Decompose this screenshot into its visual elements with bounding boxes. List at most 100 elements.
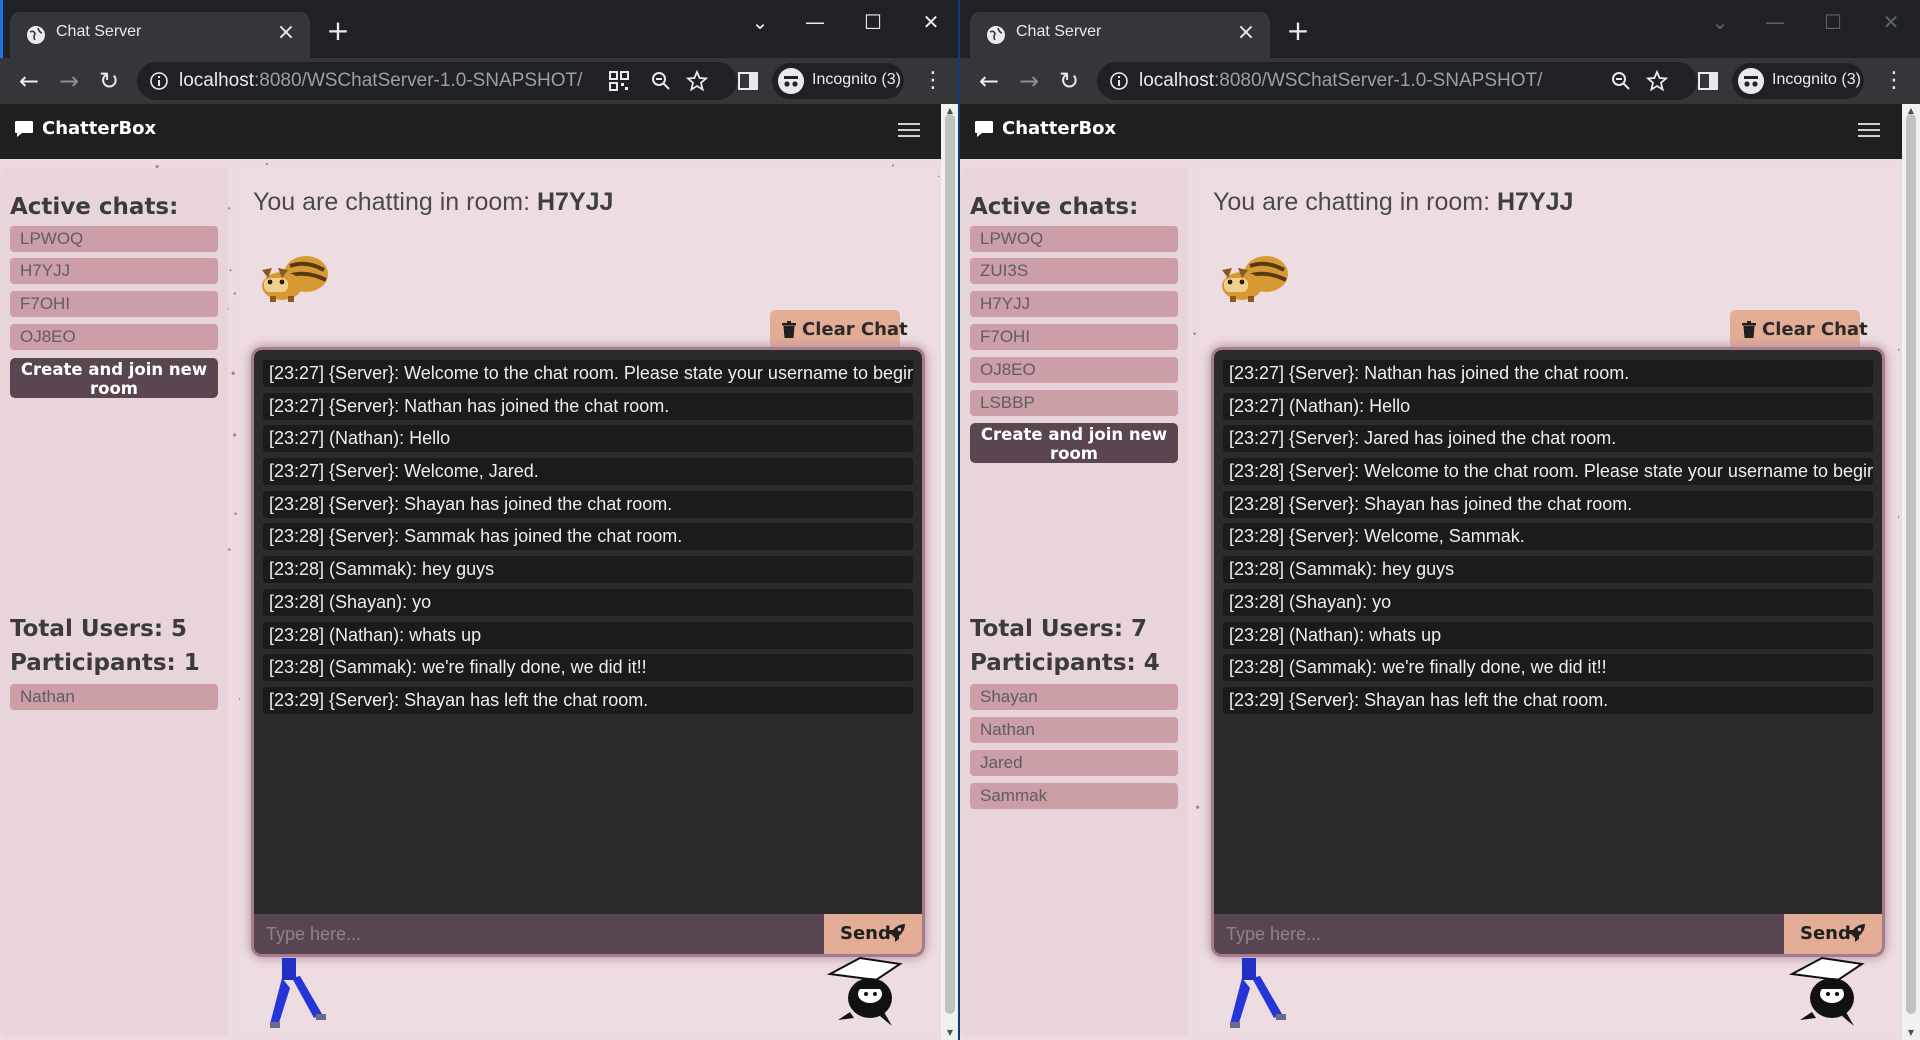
chat-page: ChatterBox Active chats: LPWOQ ZUI3S H7Y… (960, 104, 1920, 1040)
bookmark-star-icon[interactable] (685, 69, 709, 93)
rocket-icon (887, 924, 905, 942)
close-window-icon[interactable]: ✕ (911, 8, 951, 36)
address-bar[interactable]: localhost:8080/WSChatServer-1.0-SNAPSHOT… (1097, 62, 1697, 100)
chat-message: [23:28] {Server}: Sammak has joined the … (263, 523, 913, 551)
incognito-badge[interactable]: Incognito (3) (772, 63, 904, 99)
app-navbar: ChatterBox (960, 104, 1920, 159)
message-input[interactable] (1214, 914, 1784, 954)
tab-strip: Chat Server × + ⌄ — ☐ ✕ (0, 0, 959, 58)
url-text[interactable]: localhost:8080/WSChatServer-1.0-SNAPSHOT… (1139, 70, 1542, 92)
minimize-icon[interactable]: — (1755, 8, 1795, 36)
back-icon[interactable]: ← (14, 66, 44, 96)
message-input-row: Send (1214, 914, 1882, 954)
chat-message: [23:28] (Sammak): we're finally done, we… (263, 654, 913, 682)
site-info-icon[interactable] (149, 71, 169, 91)
message-list: [23:27] {Server}: Welcome to the chat ro… (263, 360, 913, 720)
room-chip[interactable]: LPWOQ (10, 226, 218, 252)
chat-message: [23:28] {Server}: Shayan has joined the … (263, 490, 913, 518)
new-tab-icon[interactable]: + (1282, 16, 1314, 48)
chat-message: [23:28] {Server}: Welcome to the chat ro… (1223, 458, 1873, 486)
tab-search-chevron-icon[interactable]: ⌄ (740, 8, 780, 36)
rocket-icon (1847, 924, 1865, 942)
clear-chat-button[interactable]: Clear Chat (770, 310, 908, 350)
chat-message: [23:28] (Sammak): we're finally done, we… (1223, 654, 1873, 682)
app-navbar: ChatterBox (0, 104, 959, 159)
globe-icon (987, 26, 1005, 44)
chat-message: [23:27] (Nathan): Hello (263, 425, 913, 453)
room-chip[interactable]: F7OHI (970, 324, 1178, 350)
side-panel-icon[interactable] (1696, 69, 1720, 93)
minimize-icon[interactable]: — (795, 8, 835, 36)
room-chip[interactable]: LPWOQ (970, 226, 1178, 252)
window-divider (958, 0, 960, 1040)
browser-tab[interactable]: Chat Server × (970, 12, 1270, 58)
back-icon[interactable]: ← (974, 66, 1004, 96)
incognito-icon (1738, 68, 1764, 94)
chat-message: [23:29] {Server}: Shayan has left the ch… (263, 686, 913, 714)
tab-title: Chat Server (1016, 23, 1102, 40)
chat-page: ChatterBox Active chats: LPWOQ H7YJJ F7O… (0, 104, 959, 1040)
send-button[interactable]: Send (824, 914, 922, 954)
incognito-badge[interactable]: Incognito (3) (1732, 63, 1864, 99)
new-tab-icon[interactable]: + (322, 16, 354, 48)
reload-icon[interactable]: ↻ (1054, 66, 1084, 96)
chat-message: [23:27] {Server}: Jared has joined the c… (1223, 425, 1873, 453)
trash-icon (1742, 321, 1756, 338)
reload-icon[interactable]: ↻ (94, 66, 124, 96)
trash-icon (782, 321, 796, 338)
participant-chip: Jared (970, 750, 1178, 776)
scroll-down-icon[interactable]: ▼ (1902, 1026, 1920, 1040)
browser-menu-icon[interactable]: ⋮ (1882, 66, 1906, 96)
room-chip[interactable]: ZUI3S (970, 258, 1178, 284)
zoom-out-icon[interactable] (1609, 69, 1633, 93)
forward-icon[interactable]: → (54, 66, 84, 96)
page-scrollbar[interactable]: ▲ ▼ (941, 104, 959, 1040)
scrollbar-thumb[interactable] (1906, 114, 1916, 1014)
room-chip[interactable]: H7YJJ (970, 291, 1178, 317)
zoom-out-icon[interactable] (649, 69, 673, 93)
hamburger-menu-icon[interactable] (898, 120, 920, 142)
qr-code-icon[interactable] (607, 69, 631, 93)
scrollbar-thumb[interactable] (945, 114, 955, 1014)
close-tab-icon[interactable]: × (274, 21, 298, 45)
site-info-icon[interactable] (1109, 71, 1129, 91)
clear-chat-button[interactable]: Clear Chat (1730, 310, 1868, 350)
browser-menu-icon[interactable]: ⋮ (921, 66, 945, 96)
room-chip[interactable]: F7OHI (10, 291, 218, 317)
maximize-icon[interactable]: ☐ (853, 8, 893, 36)
close-tab-icon[interactable]: × (1234, 21, 1258, 45)
room-title: You are chatting in room: H7YJJ (253, 188, 614, 216)
mascot-creature (1222, 256, 1288, 302)
browser-tab[interactable]: Chat Server × (10, 12, 310, 58)
close-window-icon[interactable]: ✕ (1871, 8, 1911, 36)
hamburger-menu-icon[interactable] (1858, 120, 1880, 142)
room-chip[interactable]: LSBBP (970, 390, 1178, 416)
page-scrollbar[interactable]: ▲ ▼ (1902, 104, 1920, 1040)
room-chip[interactable]: OJ8EO (970, 357, 1178, 383)
forward-icon[interactable]: → (1014, 66, 1044, 96)
incognito-label: Incognito (3) (1772, 71, 1861, 88)
chat-bubble-icon (975, 121, 993, 137)
chat-message: [23:28] {Server}: Welcome, Sammak. (1223, 523, 1873, 551)
chat-main: You are chatting in room: H7YJJ Clear Ch… (240, 168, 937, 1036)
create-room-button[interactable]: Create and join new room (10, 358, 218, 398)
room-chip[interactable]: H7YJJ (10, 258, 218, 284)
create-room-button[interactable]: Create and join new room (970, 423, 1178, 463)
send-button[interactable]: Send (1784, 914, 1882, 954)
scroll-down-icon[interactable]: ▼ (941, 1026, 959, 1040)
message-input[interactable] (254, 914, 824, 954)
chat-panel: [23:27] {Server}: Nathan has joined the … (1214, 350, 1882, 954)
tab-search-chevron-icon[interactable]: ⌄ (1700, 8, 1740, 36)
message-input-row: Send (254, 914, 922, 954)
runner-sprite (270, 958, 326, 1028)
address-bar[interactable]: localhost:8080/WSChatServer-1.0-SNAPSHOT… (137, 62, 737, 100)
clear-chat-label: Clear Chat (1762, 319, 1868, 340)
bookmark-star-icon[interactable] (1645, 69, 1669, 93)
side-panel-icon[interactable] (736, 69, 760, 93)
brand-name: ChatterBox (1002, 118, 1117, 139)
room-chip[interactable]: OJ8EO (10, 324, 218, 350)
chat-message: [23:28] (Nathan): whats up (1223, 621, 1873, 649)
room-code: H7YJJ (536, 188, 614, 216)
url-text[interactable]: localhost:8080/WSChatServer-1.0-SNAPSHOT… (179, 70, 582, 92)
maximize-icon[interactable]: ☐ (1813, 8, 1853, 36)
